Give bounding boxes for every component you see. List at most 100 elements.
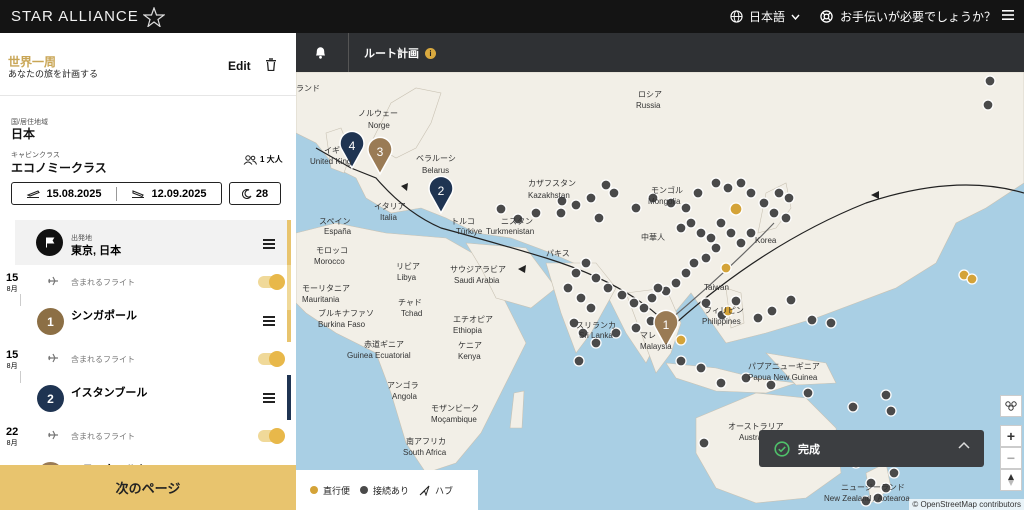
map-label: ロシア xyxy=(638,90,662,99)
moon-icon xyxy=(241,188,252,199)
flight-month: 8月 xyxy=(6,440,18,447)
origin-flag-badge xyxy=(36,229,63,256)
map-label: Korea xyxy=(755,236,777,245)
drag-handle-icon[interactable] xyxy=(263,239,275,252)
map-label: ベラルーシ xyxy=(416,154,456,163)
flights-included-label: 含まれるフライト xyxy=(71,278,135,287)
zoom-in-button[interactable]: + xyxy=(1000,425,1022,447)
star-alliance-logo[interactable]: STAR ALLIANCE xyxy=(11,6,165,27)
lifebuoy-icon xyxy=(820,10,833,23)
map-label: Kenya xyxy=(458,352,481,361)
map-label: Tchad xyxy=(401,309,422,318)
people-icon xyxy=(243,154,257,165)
timeline-line xyxy=(20,371,21,383)
flight-date-3: 22 8月 xyxy=(6,426,18,448)
nights-count[interactable]: 28 xyxy=(229,182,281,205)
map-label: Belarus xyxy=(422,166,449,175)
map-label: パキス xyxy=(546,249,570,258)
map-label: サウジアラビア xyxy=(450,265,506,274)
drag-handle-icon[interactable] xyxy=(263,393,275,406)
route-map[interactable]: 1 2 3 4 ランド ノルウェー Norge ロシア Russia ベラルーシ… xyxy=(296,33,1024,510)
map-label: Angola xyxy=(392,392,417,401)
map-label: フィリピン xyxy=(704,306,744,315)
stop-badge-2: 2 xyxy=(37,385,64,412)
map-label: Italia xyxy=(380,213,397,222)
help-link[interactable]: お手伝いが必要でしょうか？ xyxy=(820,0,996,33)
flights-included-label: 含まれるフライト xyxy=(71,355,135,364)
map-label: Norge xyxy=(368,121,390,130)
edit-button[interactable]: Edit xyxy=(228,59,251,73)
nights-value: 28 xyxy=(255,187,269,200)
stop-name-1[interactable]: シンガポール xyxy=(71,307,137,323)
stop-number: 1 xyxy=(47,314,54,329)
zoom-out-button[interactable]: − xyxy=(1000,447,1022,469)
cabin-value[interactable]: エコノミークラス xyxy=(11,159,107,176)
map-label: Libya xyxy=(397,273,417,282)
map-label: モザンビーク xyxy=(431,404,479,413)
map-label: モーリタニア xyxy=(302,284,350,293)
map-label: マレ xyxy=(640,331,656,340)
map-label: Morocco xyxy=(314,257,345,266)
stop-accent-bar xyxy=(287,375,291,420)
flight-date-1: 15 8月 xyxy=(6,272,18,294)
stop-number: 2 xyxy=(47,391,54,406)
flight-toggle[interactable] xyxy=(258,274,285,290)
hamburger-menu-icon[interactable] xyxy=(1002,9,1014,21)
map-label: Mongolia xyxy=(648,197,681,206)
date-range-field[interactable]: 15.08.2025 12.09.2025 xyxy=(11,182,222,205)
map-label: Taiwan xyxy=(704,283,729,292)
map-label: ランド xyxy=(296,84,320,93)
compass-icon xyxy=(1008,474,1014,486)
flight-month: 8月 xyxy=(6,286,18,293)
check-circle-icon xyxy=(774,440,790,457)
origin-row[interactable]: 出発地 東京, 日本 xyxy=(15,220,288,265)
direct-dot-icon xyxy=(310,486,318,494)
trash-icon[interactable] xyxy=(265,58,277,71)
legend-hub: ハブ xyxy=(419,484,453,497)
info-icon[interactable]: i xyxy=(425,47,436,59)
map-attribution[interactable]: © OpenStreetMap contributors xyxy=(909,499,1024,510)
svg-text:3: 3 xyxy=(377,145,384,159)
connecting-dot-icon xyxy=(360,486,369,494)
map-label: Kazakhstan xyxy=(528,191,570,200)
map-label: Guinea Ecuatorial xyxy=(347,351,411,360)
map-label: Moçambique xyxy=(431,415,477,424)
map-label: チャド xyxy=(398,298,422,307)
map-label: ニュージーランド xyxy=(841,483,905,492)
map-label: España xyxy=(324,227,352,236)
toast-label: 完成 xyxy=(798,443,820,456)
compass-button[interactable] xyxy=(1000,469,1022,491)
hub-plane-icon xyxy=(419,485,430,496)
drag-handle-icon[interactable] xyxy=(263,316,275,329)
plane-icon xyxy=(48,430,58,440)
origin-accent-bar xyxy=(287,220,291,265)
trip-planner-panel: 世界一周 あなたの旅を計画する Edit 国/居住地域 日本 キャビンクラス エ… xyxy=(0,33,296,510)
next-page-button[interactable]: 次のページ xyxy=(0,465,296,510)
residence-value[interactable]: 日本 xyxy=(11,125,35,142)
stop-name-2[interactable]: イスタンブール xyxy=(71,384,147,400)
map-label: スペイン xyxy=(319,217,350,226)
top-bar: STAR ALLIANCE 日本語 お手伝いが必要でしょうか？ xyxy=(0,0,1024,33)
people-group-icon xyxy=(1005,401,1017,411)
completion-toast[interactable]: 完成 xyxy=(759,430,984,467)
map-label: Malaysia xyxy=(640,342,672,351)
passenger-count[interactable]: 1 大人 xyxy=(243,154,283,165)
flight-day: 22 xyxy=(6,426,19,438)
flight-toggle[interactable] xyxy=(258,428,285,444)
map-label: モンゴル xyxy=(651,185,683,195)
map-label: パプアニューギニア xyxy=(748,362,820,371)
map-label: ニスタン xyxy=(501,217,533,226)
chevron-up-icon[interactable] xyxy=(958,441,970,449)
timeline-line xyxy=(20,294,21,306)
map-legend: 直行便 接続あり ハブ xyxy=(296,470,478,510)
tab-route-planning[interactable]: ルート計画 i xyxy=(364,45,436,61)
bell-icon[interactable] xyxy=(314,45,327,59)
map-label: South Africa xyxy=(403,448,447,457)
globe-icon xyxy=(730,10,743,23)
flight-date-2: 15 8月 xyxy=(6,349,18,371)
language-selector[interactable]: 日本語 xyxy=(730,0,800,33)
flight-day: 15 xyxy=(6,272,19,284)
flight-toggle[interactable] xyxy=(258,351,285,367)
layers-button[interactable] xyxy=(1000,395,1022,417)
map-label: Papua New Guinea xyxy=(748,373,818,382)
